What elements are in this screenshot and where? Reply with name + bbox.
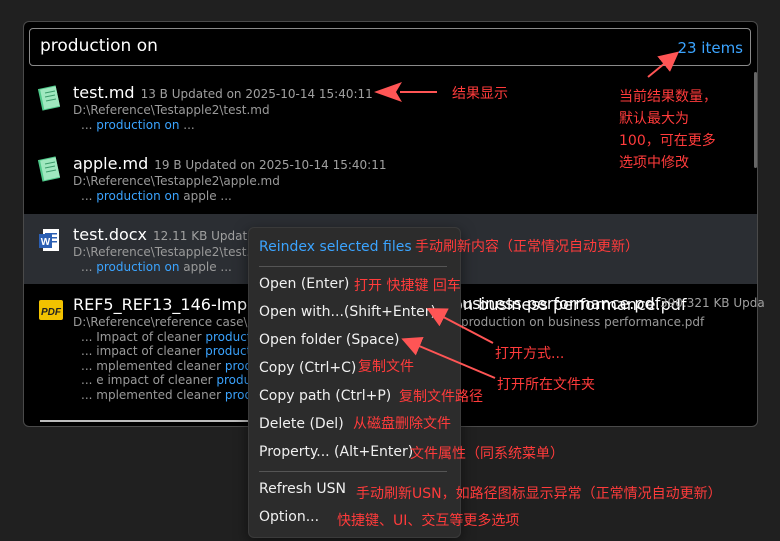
arrow-head-results — [374, 82, 402, 102]
arrow-open-folder — [401, 337, 496, 379]
arrow-count — [647, 51, 680, 78]
arrow-open-with — [426, 308, 494, 344]
annotation-arrows — [374, 51, 680, 379]
